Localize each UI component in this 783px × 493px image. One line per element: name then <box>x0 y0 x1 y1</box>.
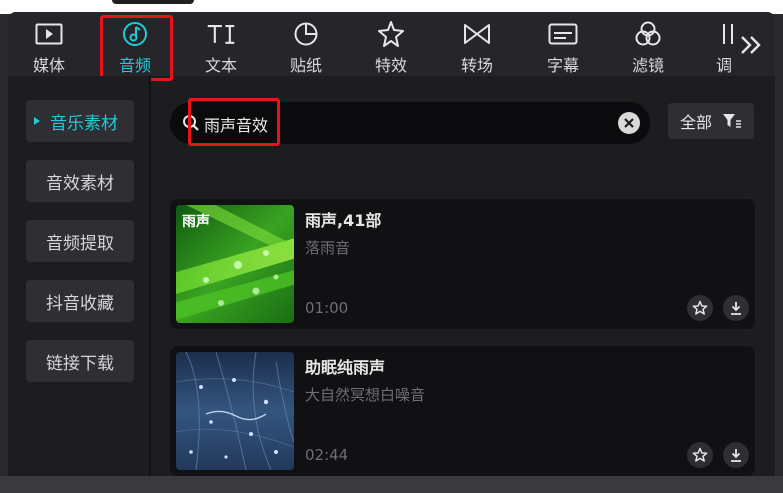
text-ti-icon <box>206 20 236 48</box>
audio-tab-highlight <box>100 15 173 81</box>
tab-media-label: 媒体 <box>32 56 65 75</box>
sidebar-item-label: 音效素材 <box>46 173 114 194</box>
tab-effects[interactable]: 特效 <box>356 12 426 76</box>
sidebar-item-label: 音乐素材 <box>50 113 118 134</box>
effect-star-icon <box>376 20 406 48</box>
tab-text[interactable]: 文本 <box>186 12 256 76</box>
active-indicator <box>34 117 40 125</box>
filter-button[interactable]: 全部 <box>668 103 754 139</box>
toolbar: 媒体 音频 文本 贴纸 特效 转场 字幕 滤镜 调 <box>8 12 775 81</box>
search-query-highlight <box>188 98 280 146</box>
tab-transition-label: 转场 <box>460 56 493 75</box>
sidebar-item-sound-effects[interactable]: 音效素材 <box>26 160 134 202</box>
sidebar-item-link-download[interactable]: 链接下载 <box>26 340 134 382</box>
result-card[interactable]: 助眠纯雨声 大自然冥想白噪音 02:44 <box>170 346 755 476</box>
filter-label: 全部 <box>679 113 712 132</box>
toolbar-more-button[interactable] <box>734 30 768 60</box>
track-duration: 01:00 <box>305 299 349 317</box>
sidebar-item-label: 音频提取 <box>46 233 114 254</box>
filter-circles-icon <box>633 20 663 48</box>
track-subtitle: 大自然冥想白噪音 <box>305 386 426 404</box>
tab-adjust-label: 调 <box>716 56 733 75</box>
favorite-button[interactable] <box>687 442 713 468</box>
clear-icon <box>624 118 634 128</box>
track-title: 助眠纯雨声 <box>305 358 386 377</box>
subtitle-icon <box>548 20 578 48</box>
cover-label: 雨声 <box>182 214 210 230</box>
track-duration: 02:44 <box>305 446 349 464</box>
tab-subtitle-label: 字幕 <box>546 56 579 75</box>
download-icon <box>731 302 741 315</box>
tab-subtitle[interactable]: 字幕 <box>528 12 598 76</box>
download-button[interactable] <box>723 442 749 468</box>
sticker-icon <box>291 20 321 48</box>
star-icon <box>692 300 708 315</box>
cover-image: 雨声 <box>176 205 294 323</box>
tab-media[interactable]: 媒体 <box>14 12 84 76</box>
sidebar-item-label: 链接下载 <box>46 353 114 374</box>
tab-filter[interactable]: 滤镜 <box>613 12 683 76</box>
clear-search-button[interactable] <box>618 112 640 134</box>
tab-sticker[interactable]: 贴纸 <box>271 12 341 76</box>
tab-effects-label: 特效 <box>374 56 407 75</box>
tab-filter-label: 滤镜 <box>631 56 664 75</box>
star-icon <box>692 447 708 462</box>
tab-text-label: 文本 <box>204 56 237 75</box>
bottom-bar <box>0 476 783 493</box>
favorite-button[interactable] <box>687 295 713 321</box>
track-title: 雨声,41部 <box>305 211 382 230</box>
transition-icon <box>462 20 492 48</box>
filter-icon <box>723 114 741 128</box>
result-card[interactable]: 雨声 雨声,41部 落雨音 01:00 <box>170 199 755 329</box>
tab-transition[interactable]: 转场 <box>442 12 512 76</box>
sidebar-item-label: 抖音收藏 <box>46 293 114 314</box>
double-chevron-right-icon <box>741 36 761 54</box>
window-tab-stub <box>112 0 194 4</box>
download-button[interactable] <box>723 295 749 321</box>
cover-image <box>176 352 294 470</box>
track-subtitle: 落雨音 <box>305 239 351 257</box>
download-icon <box>731 449 741 462</box>
tab-sticker-label: 贴纸 <box>289 56 322 75</box>
media-play-icon <box>34 20 64 48</box>
app-window: 媒体 音频 文本 贴纸 特效 转场 字幕 滤镜 调 音乐素材 音效素材 音频提取… <box>8 12 775 492</box>
sidebar-item-audio-extract[interactable]: 音频提取 <box>26 220 134 262</box>
sidebar: 音乐素材 音效素材 音频提取 抖音收藏 链接下载 <box>8 76 151 492</box>
sidebar-item-music[interactable]: 音乐素材 <box>26 100 134 142</box>
sidebar-item-douyin-favorites[interactable]: 抖音收藏 <box>26 280 134 322</box>
